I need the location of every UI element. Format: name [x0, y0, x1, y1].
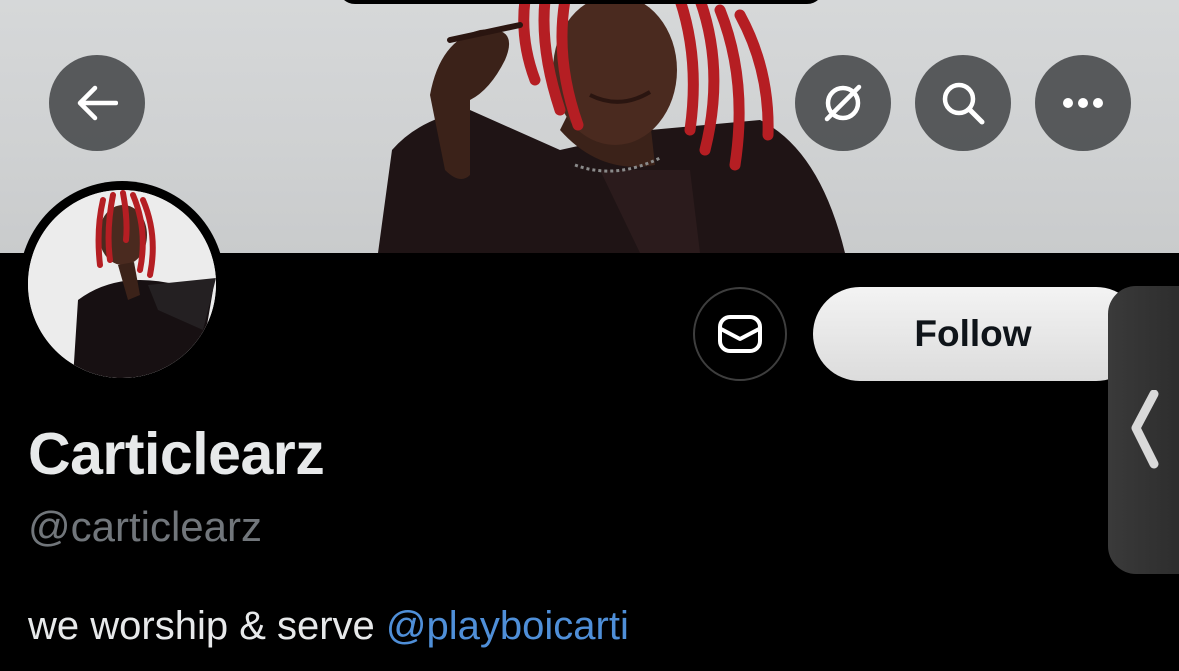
more-icon [1063, 98, 1103, 108]
avatar-image [28, 190, 216, 378]
follow-button[interactable]: Follow [813, 287, 1143, 381]
profile-bio: we worship & serve @playboicarti [28, 604, 629, 649]
profile-handle: @carticlearz [28, 503, 263, 550]
profile-page: Follow Carticlearz @carticlearz we worsh… [0, 0, 1179, 671]
more-button[interactable] [1035, 55, 1131, 151]
back-button[interactable] [49, 55, 145, 151]
chevron-left-icon [1131, 390, 1159, 469]
arrow-left-icon [77, 85, 118, 121]
search-icon [942, 82, 985, 125]
dynamic-island [338, 0, 824, 4]
grok-icon [824, 84, 862, 122]
grok-button[interactable] [795, 55, 891, 151]
message-button[interactable] [693, 287, 787, 381]
avatar[interactable] [28, 190, 216, 378]
search-button[interactable] [915, 55, 1011, 151]
message-icon [718, 315, 762, 353]
bio-text: we worship & serve [28, 604, 386, 648]
bio-mention-link[interactable]: @playboicarti [386, 604, 629, 648]
display-name: Carticlearz [28, 421, 325, 487]
